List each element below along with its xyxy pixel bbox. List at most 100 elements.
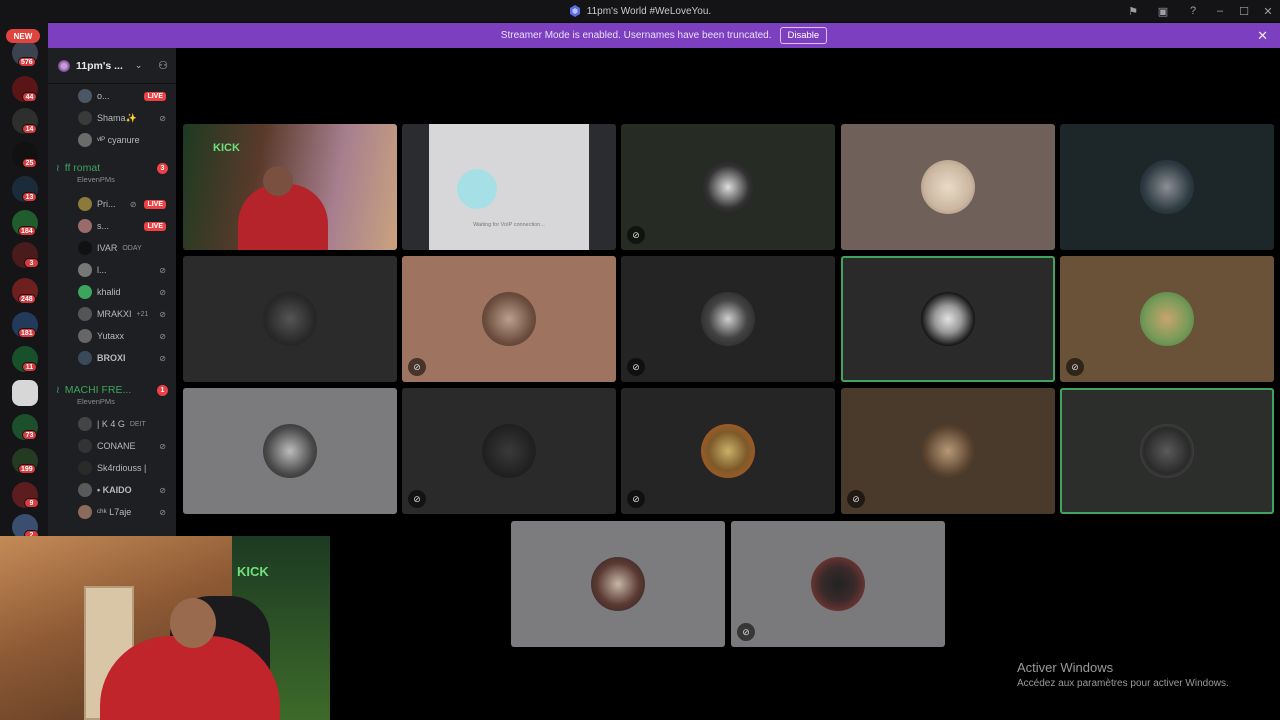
mention-badge: 25 [22, 158, 37, 168]
mic-muted-icon: ⊘ [159, 113, 166, 123]
voice-member[interactable]: | K 4 G DEIT [78, 414, 166, 434]
stream-tile[interactable]: KICK [183, 124, 397, 250]
voice-member[interactable]: Pri... ⊘ LIVE [78, 194, 166, 214]
avatar [811, 557, 865, 611]
member-name: Shama✨ [97, 112, 137, 123]
avatar [78, 133, 92, 147]
add-user-icon[interactable]: ⚇ [158, 59, 168, 72]
voice-member[interactable]: Sk4rdiouss | [78, 458, 166, 478]
mic-muted-icon: ⊘ [159, 265, 166, 275]
voice-member[interactable]: Shama✨ ⊘ [78, 108, 166, 128]
inbox-flag-icon[interactable]: ⚑ [1118, 0, 1148, 22]
avatar [263, 292, 317, 346]
voice-member[interactable]: MRAKXI +21 ⊘ [78, 304, 166, 324]
avatar [78, 329, 92, 343]
mention-badge: 73 [22, 430, 37, 440]
participant-tile[interactable] [841, 124, 1055, 250]
avatar [78, 483, 92, 497]
avatar [1140, 160, 1194, 214]
member-name: ᵛᴵᴾ cyanure [97, 135, 140, 145]
mic-muted-icon: ⊘ [159, 331, 166, 341]
channel-subtitle: ElevenPMs [77, 175, 115, 184]
participant-tile[interactable] [183, 256, 397, 382]
member-name: ᶜʰᵏ L7aje [97, 507, 132, 517]
close-window-button[interactable]: ✕ [1256, 0, 1280, 22]
avatar [1140, 424, 1194, 478]
avatar [701, 292, 755, 346]
participant-tile[interactable] [841, 256, 1055, 382]
participant-tile[interactable]: ⊘ [402, 256, 616, 382]
stream-tile[interactable]: Waiting for VoIP connection... [402, 124, 616, 250]
mention-badge: 184 [18, 226, 36, 236]
avatar [78, 197, 92, 211]
member-name: Yutaxx [97, 331, 125, 341]
member-name: | K 4 G [97, 419, 125, 429]
member-name: IVAR [97, 243, 118, 253]
avatar [921, 292, 975, 346]
streamer-head [263, 166, 293, 196]
avatar [78, 263, 92, 277]
mic-muted-icon: ⊘ [408, 358, 426, 376]
participant-tile[interactable] [183, 388, 397, 514]
mention-badge: 14 [22, 124, 37, 134]
window-title: 11pm's World #WeLoveYou. [586, 5, 712, 17]
watermark-title: Activer Windows [1017, 660, 1114, 675]
member-name: BROXI [97, 353, 126, 363]
disable-button[interactable]: Disable [779, 27, 828, 44]
avatar [78, 241, 92, 255]
server-name: 11pm's ... [76, 59, 123, 72]
voice-member[interactable]: BROXI ⊘ [78, 348, 166, 368]
voice-channel[interactable]: ≀ MACHI FRE... 1 ElevenPMs [56, 384, 168, 414]
voice-member[interactable]: ᶜʰᵏ L7aje ⊘ [78, 502, 166, 522]
participant-tile[interactable]: ⊘ [621, 256, 835, 382]
participant-tile[interactable]: ⊘ [1060, 256, 1274, 382]
server-icon[interactable] [12, 380, 38, 406]
server-header[interactable]: 11pm's ... ⌄ ⚇ [48, 48, 176, 84]
participant-tile[interactable]: ⊘ [402, 388, 616, 514]
member-tag: +21 [136, 310, 149, 318]
participant-tile[interactable]: ⊘ [621, 124, 835, 250]
banner-text: Streamer Mode is enabled. Usernames have… [500, 30, 772, 41]
mention-badge: 9 [24, 498, 39, 508]
server-logo [58, 59, 70, 72]
mic-muted-icon: ⊘ [159, 287, 166, 297]
participant-tile[interactable] [1060, 124, 1274, 250]
help-icon[interactable]: ? [1178, 0, 1208, 22]
voice-member[interactable]: o... LIVE [78, 86, 166, 106]
kick-logo: KICK [237, 564, 269, 579]
chevron-down-icon[interactable]: ⌄ [135, 60, 143, 71]
participant-tile[interactable]: ⊘ [621, 388, 835, 514]
voice-member[interactable]: ᵛᴵᴾ cyanure [78, 130, 166, 150]
maximize-button[interactable]: ☐ [1232, 0, 1256, 22]
participant-tile[interactable]: ⊘ [731, 521, 945, 647]
avatar [78, 461, 92, 475]
close-icon[interactable]: ✕ [1257, 28, 1268, 44]
mic-muted-icon: ⊘ [159, 507, 166, 517]
voice-channel[interactable]: ≀ ff romat 3 ElevenPMs [56, 162, 168, 192]
voice-wave-icon: ≀ [56, 162, 60, 174]
voice-member[interactable]: IVAR ODAY [78, 238, 166, 258]
mention-badge: 44 [22, 92, 37, 102]
participant-tile[interactable]: ⊘ [841, 388, 1055, 514]
webcam-overlay: KICK [0, 536, 330, 720]
mic-muted-icon: ⊘ [159, 441, 166, 451]
participant-tile[interactable] [1060, 388, 1274, 514]
voice-member[interactable]: khalid ⊘ [78, 282, 166, 302]
avatar [701, 424, 755, 478]
avatar [701, 160, 755, 214]
voice-member[interactable]: Yutaxx ⊘ [78, 326, 166, 346]
voice-member[interactable]: • KAIDO ⊘ [78, 480, 166, 500]
screen-share-icon[interactable]: ▣ [1148, 0, 1178, 22]
avatar [78, 89, 92, 103]
channel-count-badge: 3 [157, 162, 168, 174]
member-name: Sk4rdiouss | [97, 463, 147, 473]
avatar [78, 505, 92, 519]
participant-tile[interactable] [511, 521, 725, 647]
deafened-icon: ⊘ [1066, 358, 1084, 376]
minimize-button[interactable]: – [1208, 0, 1232, 22]
voice-member[interactable]: s... LIVE [78, 216, 166, 236]
member-tag: DEIT [129, 420, 146, 428]
avatar [78, 307, 92, 321]
voice-member[interactable]: CONANE ⊘ [78, 436, 166, 456]
voice-member[interactable]: l... ⊘ [78, 260, 166, 280]
